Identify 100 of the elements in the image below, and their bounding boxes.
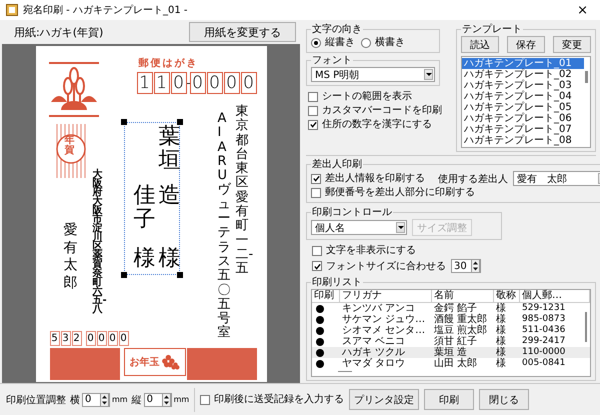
font-dropdown[interactable]: MS P明朝 [311, 67, 435, 82]
print-mark[interactable] [316, 326, 324, 334]
scrollbar-thumb[interactable] [338, 371, 352, 372]
window-title: 宛名印刷 - ハガキテンプレート_01 - [23, 4, 188, 17]
print-mark[interactable] [316, 360, 324, 368]
lottery-block [186, 348, 256, 380]
dialog-button[interactable]: 印刷 [424, 389, 474, 410]
zip-digit: 0 [224, 72, 240, 94]
position-adjust-label: 印刷位置調整 [6, 394, 66, 406]
zip-digit: 0 [170, 72, 186, 94]
template-item[interactable]: ハガキテンプレート_02 [462, 69, 584, 80]
template-item[interactable]: ハガキテンプレート_07 [462, 124, 584, 135]
checkbox[interactable] [308, 120, 318, 130]
resize-handle[interactable] [120, 119, 126, 125]
table-cell-text: 511-0436 [521, 325, 566, 336]
checkbox[interactable] [311, 174, 321, 184]
checkbox[interactable] [308, 106, 318, 116]
checkbox-option[interactable]: 印刷後に送受記録を入力する [200, 393, 344, 406]
unit-label: mm [174, 395, 190, 404]
table-cell-text: 様 [495, 358, 507, 369]
template-button[interactable]: 保存 [507, 36, 545, 53]
print-mark[interactable] [316, 316, 324, 324]
group-label: テンプレート [461, 22, 523, 36]
table-cell-text: 金鍔 餡子 [433, 303, 478, 314]
checkbox[interactable] [308, 92, 318, 102]
scrollbar-thumb[interactable] [585, 71, 588, 83]
resize-handle[interactable] [120, 272, 126, 278]
column-header[interactable]: 印刷 [312, 290, 340, 302]
checkbox-option[interactable]: シートの範囲を表示 [308, 90, 440, 103]
template-item[interactable]: ハガキテンプレート_05 [462, 102, 584, 113]
honorific: 様 [134, 247, 156, 272]
template-item[interactable]: ハガキテンプレート_03 [462, 80, 584, 91]
change-paper-button[interactable]: 用紙を変更する [189, 22, 296, 42]
checkbox-option[interactable]: 郵便番号を差出人部分に印刷する [311, 186, 600, 199]
checkbox[interactable] [200, 394, 210, 404]
flower-icon [162, 354, 180, 370]
checkbox-option[interactable]: 住所の数字を漢字にする [308, 118, 440, 131]
template-item[interactable]: ハガキテンプレート_04 [462, 91, 584, 102]
group-label: 差出人印刷 [311, 158, 363, 171]
checkbox[interactable] [311, 188, 321, 198]
table-cell-text: 山田 太郎 [433, 358, 478, 369]
checkbox-option[interactable]: 差出人情報を印刷する [311, 172, 425, 185]
scrollbar-thumb[interactable] [585, 312, 587, 342]
close-button[interactable]: × [571, 2, 594, 18]
column-header[interactable]: 敬称 [494, 290, 520, 302]
kadomatsu-drawing [48, 62, 98, 118]
spin-arrows-icon[interactable] [471, 259, 480, 273]
table-cell-text: スアマ ベニコ [341, 336, 406, 347]
list-row[interactable]: スアマ ベニコ 須甘 紅子 様 299-2417 [312, 336, 590, 347]
template-item[interactable]: ハガキテンプレート_06 [462, 113, 584, 124]
checkbox-option[interactable]: 文字を非表示にする [312, 244, 596, 257]
lottery-block [50, 348, 120, 380]
list-row[interactable]: シオマメ センタ… 塩豆 煎太郎 様 511-0436 [312, 325, 590, 336]
table-cell-text: 様 [495, 314, 507, 325]
group-label: 印刷コントロール [311, 206, 393, 219]
print-mark[interactable] [316, 304, 324, 312]
resize-handle[interactable] [176, 272, 182, 278]
print-control-dropdown[interactable]: 個人名 [311, 220, 407, 235]
print-mark[interactable] [316, 338, 324, 346]
sender-select-label: 使用する差出人 [438, 172, 508, 186]
radio-button[interactable] [311, 38, 321, 48]
table-cell-text: 110-0000 [521, 347, 566, 358]
checkbox[interactable] [312, 261, 322, 271]
radio-option[interactable]: 縦書き [311, 36, 355, 49]
table-cell-text: 様 [495, 336, 507, 347]
table-cell-text: 529-1231 [521, 303, 566, 314]
column-header[interactable]: フリガナ [340, 290, 432, 302]
table-cell-text: シオマメ センタ… [341, 325, 426, 336]
spin-arrows-icon[interactable] [100, 392, 109, 406]
stamp-label: 年賀 [64, 136, 76, 156]
horizontal-offset-field[interactable]: 0 [82, 392, 110, 406]
table-cell-text: キンツバ アンコ [341, 303, 416, 314]
column-header[interactable]: 名前 [432, 290, 494, 302]
vertical-offset-field[interactable]: 0 [144, 392, 172, 406]
list-row[interactable]: ヤマダ タロウ 山田 太郎 様 005-0841 [312, 358, 590, 369]
list-row[interactable]: ハガキ ツクル 葉垣 造 様 110-0000 [312, 347, 590, 358]
template-button[interactable]: 変更 [553, 36, 591, 53]
checkbox-option[interactable]: カスタマバーコードを印刷 [308, 104, 440, 117]
resize-handle[interactable] [176, 119, 182, 125]
table-cell-text: 塩豆 煎太郎 [433, 325, 488, 336]
font-size-field[interactable]: 30 [451, 259, 481, 273]
template-item[interactable]: ハガキテンプレート_08 [462, 135, 584, 146]
address-line: AIARUヴューテラス五〇五号室 [218, 112, 230, 341]
sender-zip-digit: 5 [50, 331, 60, 346]
table-cell-text: ハガキ ツクル [341, 347, 406, 358]
dialog-button[interactable]: プリンタ設定 [349, 389, 420, 410]
recipient-given-name: 佳子 [134, 184, 156, 232]
spin-arrows-icon[interactable] [162, 392, 171, 406]
dialog-button[interactable]: 閉じる [479, 389, 530, 410]
column-header[interactable]: 個人郵… [520, 290, 590, 302]
print-mark[interactable] [316, 348, 324, 356]
template-button[interactable]: 読込 [461, 36, 499, 53]
checkbox-option[interactable]: フォントサイズに合わせる [312, 260, 446, 272]
list-row[interactable]: サケマン ジュウ… 酒饅 重太郎 様 985-0873 [312, 314, 590, 325]
radio-option[interactable]: 横書き [361, 36, 405, 49]
checkbox[interactable] [312, 246, 322, 256]
list-row[interactable]: キンツバ アンコ 金鍔 餡子 様 529-1231 [312, 303, 590, 314]
sender-zip-digit: 0 [108, 331, 118, 346]
radio-button[interactable] [361, 38, 371, 48]
template-item[interactable]: ハガキテンプレート_01 [462, 58, 584, 69]
